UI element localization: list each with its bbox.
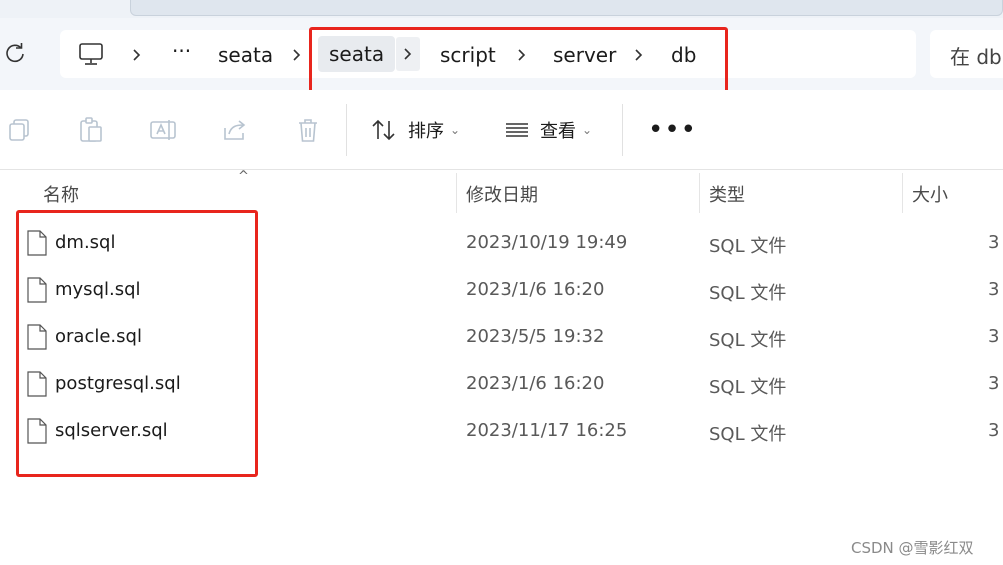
file-type: SQL 文件 bbox=[709, 283, 787, 304]
this-pc-icon[interactable] bbox=[78, 42, 104, 66]
copy-icon[interactable] bbox=[6, 116, 34, 144]
toolbar-divider bbox=[346, 104, 347, 156]
file-size: 3 bbox=[988, 279, 1000, 300]
file-size: 3 bbox=[988, 373, 1000, 394]
watermark: CSDN @雪影红双 bbox=[851, 539, 974, 557]
breadcrumb-ellipsis[interactable]: ··· bbox=[172, 38, 191, 64]
view-icon bbox=[506, 123, 528, 137]
chevron-down-icon: ⌄ bbox=[450, 123, 461, 137]
file-modified: 2023/5/5 19:32 bbox=[466, 326, 605, 347]
sort-ascending-icon: ^ bbox=[238, 169, 249, 184]
rename-icon[interactable] bbox=[149, 116, 177, 144]
column-divider[interactable] bbox=[699, 173, 700, 213]
column-size[interactable]: 大小 bbox=[912, 181, 948, 207]
chevron-down-icon: ⌄ bbox=[582, 123, 593, 137]
more-options-button[interactable]: ••• bbox=[648, 117, 697, 143]
file-modified: 2023/1/6 16:20 bbox=[466, 279, 605, 300]
chevron-right-icon[interactable] bbox=[130, 42, 144, 68]
sort-label: 排序 bbox=[408, 121, 444, 142]
search-placeholder: 在 db bbox=[950, 45, 1002, 69]
highlight-box-files bbox=[16, 210, 258, 477]
breadcrumb-seata-root[interactable]: seata bbox=[218, 42, 273, 68]
file-type: SQL 文件 bbox=[709, 236, 787, 257]
file-type: SQL 文件 bbox=[709, 330, 787, 351]
command-bar: 排序 ⌄ 查看 ⌄ ••• bbox=[0, 90, 1003, 170]
column-divider[interactable] bbox=[456, 173, 457, 213]
file-size: 3 bbox=[988, 232, 1000, 253]
column-divider[interactable] bbox=[902, 173, 903, 213]
share-icon[interactable] bbox=[221, 116, 249, 144]
file-type: SQL 文件 bbox=[709, 377, 787, 398]
file-type: SQL 文件 bbox=[709, 424, 787, 445]
tab-strip bbox=[0, 0, 1003, 18]
column-type[interactable]: 类型 bbox=[709, 181, 745, 207]
paste-icon[interactable] bbox=[77, 116, 105, 144]
search-box[interactable]: 在 db bbox=[930, 30, 1003, 78]
file-size: 3 bbox=[988, 420, 1000, 441]
refresh-icon[interactable] bbox=[4, 42, 26, 64]
toolbar-divider bbox=[622, 104, 623, 156]
file-modified: 2023/1/6 16:20 bbox=[466, 373, 605, 394]
column-header-row: ^ 名称 修改日期 类型 大小 bbox=[0, 169, 1003, 213]
file-modified: 2023/10/19 19:49 bbox=[466, 232, 628, 253]
column-name[interactable]: 名称 bbox=[43, 181, 79, 207]
tab-background bbox=[130, 0, 1003, 16]
chevron-right-icon[interactable] bbox=[290, 42, 304, 68]
delete-icon[interactable] bbox=[294, 116, 322, 144]
sort-icon bbox=[372, 119, 395, 141]
file-size: 3 bbox=[988, 326, 1000, 347]
file-modified: 2023/11/17 16:25 bbox=[466, 420, 628, 441]
view-button[interactable]: 查看 ⌄ bbox=[504, 116, 592, 144]
column-modified[interactable]: 修改日期 bbox=[466, 181, 538, 207]
sort-button[interactable]: 排序 ⌄ bbox=[370, 116, 460, 144]
view-label: 查看 bbox=[540, 121, 576, 142]
